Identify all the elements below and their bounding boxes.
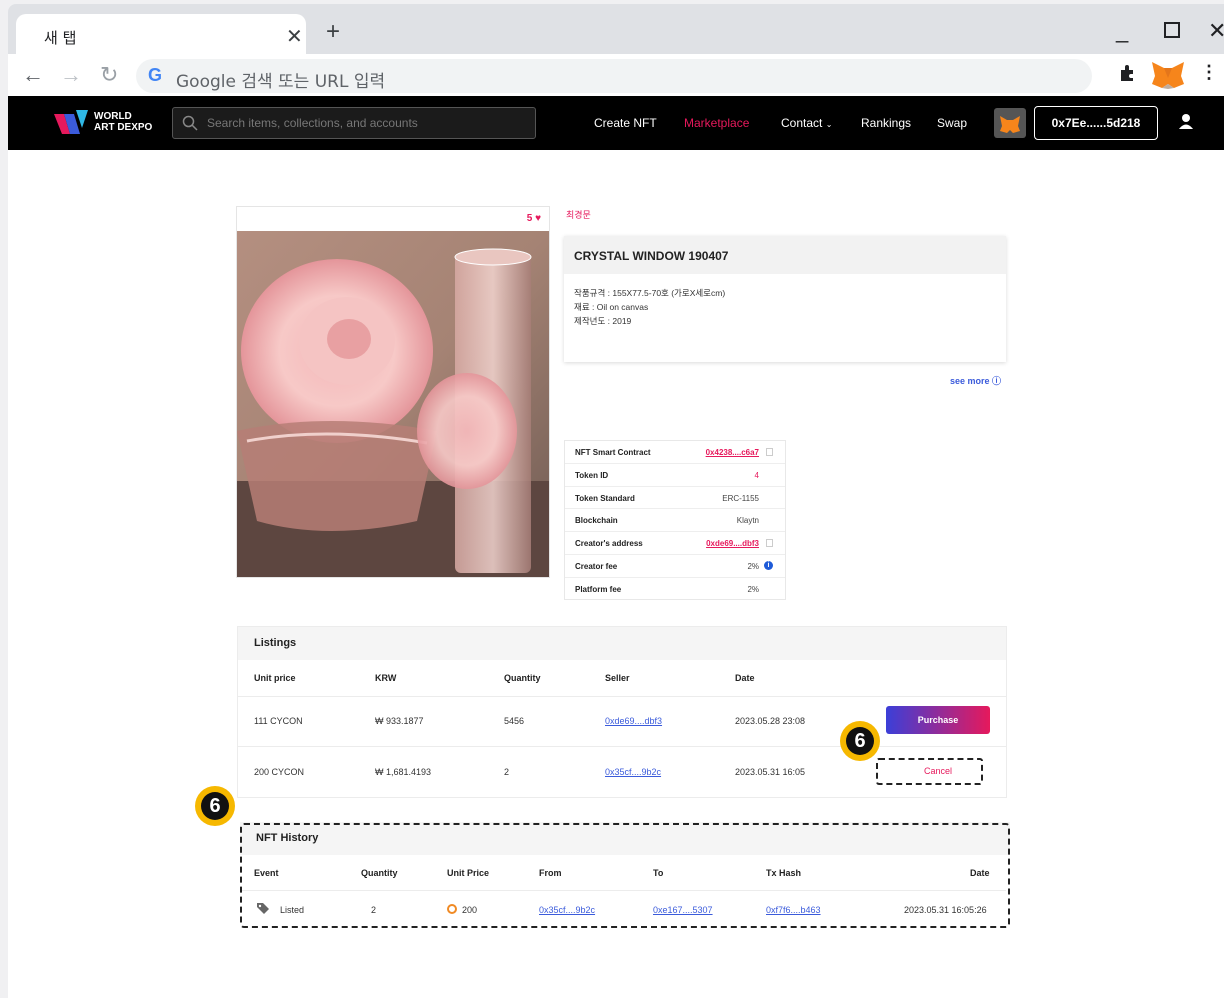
metamask-extension-icon[interactable] [1150,58,1186,95]
annotation-highlight-cancel [876,758,983,785]
close-window-icon[interactable]: ✕ [1208,18,1224,44]
artwork-title: CRYSTAL WINDOW 190407 [564,236,1006,274]
badge-number: 6 [201,792,229,820]
forward-icon[interactable]: → [60,62,82,88]
description-year: 제작년도 : 2019 [574,316,632,326]
detail-row: Token ID 4 [565,464,785,487]
description-material: 재료 : Oil on canvas [574,302,649,312]
divider [238,746,1006,747]
likes-count: 5 [526,213,533,224]
address-placeholder: Google 검색 또는 URL 입력 [176,72,386,92]
logo-line1: WORLD [94,111,132,122]
col-unit-price: Unit price [254,673,296,683]
artwork-card: 5 ♥ [236,206,550,578]
annotation-highlight-history [240,823,1010,928]
detail-key: Platform fee [575,584,622,594]
row1-krw: ₩ 933.1877 [375,716,424,726]
nft-details-table: NFT Smart Contract 0x4238....c6a7 Token I… [564,440,786,600]
divider [238,696,1006,697]
search-icon [182,115,198,131]
minimize-icon[interactable]: _ [1116,18,1128,44]
row1-seller-link[interactable]: 0xde69....dbf3 [605,716,662,726]
wallet-address-button[interactable]: 0x7Ee......5d218 [1034,106,1158,140]
badge-number: 6 [846,727,874,755]
row2-quantity: 2 [504,767,510,777]
col-seller: Seller [605,673,630,683]
copy-icon[interactable] [766,539,773,548]
row2-date: 2023.05.31 16:05 [735,767,806,777]
heart-icon: ♥ [535,213,541,224]
artwork-description: 작품규격 : 155X77.5-70호 (가로X세로cm) 재료 : Oil o… [564,274,1006,340]
browser-menu-icon[interactable]: ⋮ [1200,62,1218,83]
artwork-info-box: CRYSTAL WINDOW 190407 작품규격 : 155X77.5-70… [564,236,1006,362]
reload-icon[interactable]: ↻ [100,62,118,88]
site-search[interactable] [172,107,536,139]
purchase-button[interactable]: Purchase [886,706,990,734]
back-icon[interactable]: ← [22,62,44,88]
site-header: WORLDART DEXPO Create NFT Marketplace Co… [8,96,1224,150]
annotation-badge: 6 [195,786,235,826]
detail-value: 2% [747,561,759,571]
nav-rankings[interactable]: Rankings [861,116,911,130]
col-krw: KRW [375,673,397,683]
detail-row: Creator fee 2% i [565,555,785,578]
search-input[interactable] [205,108,525,138]
col-date: Date [735,673,755,683]
detail-value: Klaytn [736,516,759,526]
google-icon: G [148,65,163,85]
tab-title: 새 탭 [44,29,77,47]
row1-quantity: 5456 [504,716,525,726]
logo-line2: ART DEXPO [94,122,153,133]
col-quantity: Quantity [504,673,541,683]
row2-unit-price: 200 CYCON [254,767,305,777]
detail-key: Blockchain [575,516,618,526]
detail-key: Creator fee [575,561,618,571]
detail-key: Creator's address [575,539,643,549]
chevron-down-icon: ⌄ [825,120,833,129]
address-bar[interactable]: G Google 검색 또는 URL 입력 [136,59,1092,93]
nav-swap[interactable]: Swap [937,116,967,130]
description-size: 작품규격 : 155X77.5-70호 (가로X세로cm) [574,288,726,298]
row2-krw: ₩ 1,681.4193 [375,767,432,777]
copy-icon[interactable] [766,448,773,456]
detail-row: Token Standard ERC-1155 [565,487,785,510]
detail-key: Token Standard [575,493,635,503]
browser-toolbar: ← → ↻ G Google 검색 또는 URL 입력 ⋮ [8,54,1224,96]
row1-unit-price: 111 CYCON [254,716,303,726]
detail-key: NFT Smart Contract [575,448,651,457]
nav-contact[interactable]: Contact ⌄ [781,116,832,130]
artist-name[interactable]: 최경문 [566,208,591,221]
tab-close-icon[interactable]: ✕ [286,24,303,49]
contract-address-link[interactable]: 0x4238....c6a7 [706,448,759,457]
detail-value: 2% [747,584,759,594]
info-icon[interactable]: i [764,560,773,570]
row2-seller-link[interactable]: 0x35cf....9b2c [605,767,661,777]
nav-contact-label: Contact [781,116,823,130]
nav-create-nft[interactable]: Create NFT [594,116,657,130]
see-more-link[interactable]: see more ⓘ [950,374,1001,387]
new-tab-icon[interactable]: + [326,18,340,46]
detail-row: Platform fee 2% [565,578,785,601]
user-icon[interactable] [1176,112,1196,132]
logo-mark-icon [54,110,88,134]
detail-key: Token ID [575,470,609,480]
artwork-image [237,231,549,577]
detail-value: ERC-1155 [722,493,759,503]
detail-value: 4 [754,470,759,480]
nav-marketplace[interactable]: Marketplace [684,116,749,130]
detail-row: Creator's address 0xde69....dbf3 [565,532,785,555]
detail-row: Blockchain Klaytn [565,509,785,533]
metamask-button[interactable] [994,108,1026,138]
creator-address-link[interactable]: 0xde69....dbf3 [706,539,759,548]
row1-date: 2023.05.28 23:08 [735,716,806,726]
detail-row: NFT Smart Contract 0x4238....c6a7 [565,441,785,464]
listings-title: Listings [238,627,1006,660]
browser-tab[interactable]: 새 탭 ✕ [16,14,306,58]
site-logo[interactable]: WORLD ART DEXPO [54,108,174,138]
annotation-badge: 6 [840,721,880,761]
extensions-puzzle-icon[interactable] [1118,63,1138,88]
metamask-fox-icon [1000,116,1020,133]
maximize-icon[interactable] [1164,18,1180,44]
likes-counter[interactable]: 5 ♥ [527,213,541,224]
